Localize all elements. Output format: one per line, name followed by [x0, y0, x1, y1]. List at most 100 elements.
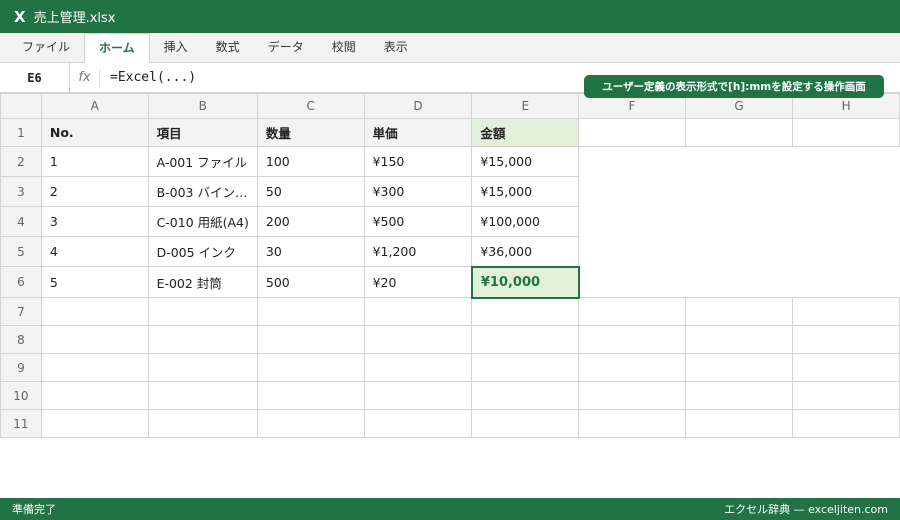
name-box[interactable]: E6: [0, 63, 70, 92]
cell[interactable]: 2: [40, 176, 149, 207]
tab-review[interactable]: 校閲: [318, 33, 370, 62]
column-header-b[interactable]: B: [147, 93, 258, 119]
cell[interactable]: [792, 297, 900, 326]
cell[interactable]: [471, 325, 580, 354]
cell[interactable]: ¥300: [363, 176, 473, 207]
column-header-a[interactable]: A: [40, 93, 149, 119]
cell[interactable]: [40, 325, 149, 354]
cell[interactable]: 200: [256, 206, 365, 237]
tab-formulas[interactable]: 数式: [202, 33, 254, 62]
site-credit: エクセル辞典 — exceljiten.com: [724, 503, 888, 516]
header-cell-amount[interactable]: 金額: [471, 118, 580, 147]
cell[interactable]: [578, 409, 686, 438]
tab-home[interactable]: ホーム: [84, 33, 150, 63]
cell[interactable]: [256, 353, 365, 382]
cell[interactable]: [256, 381, 365, 410]
row-header-3[interactable]: 3: [0, 176, 42, 207]
cell[interactable]: ¥36,000: [471, 236, 580, 267]
cell[interactable]: ¥15,000: [471, 176, 580, 207]
cell[interactable]: [684, 353, 794, 382]
cell[interactable]: [363, 381, 473, 410]
cell[interactable]: 30: [256, 236, 365, 267]
cell[interactable]: [147, 325, 258, 354]
row-header-5[interactable]: 5: [0, 236, 42, 267]
cell[interactable]: A-001 ファイル: [147, 146, 258, 177]
cell[interactable]: [40, 297, 149, 326]
cell[interactable]: [792, 409, 900, 438]
row-header-6[interactable]: 6: [0, 266, 42, 298]
cell[interactable]: 5: [40, 266, 149, 298]
row-header-1[interactable]: 1: [0, 118, 42, 147]
cell[interactable]: [684, 118, 794, 147]
header-cell-no[interactable]: No.: [40, 118, 149, 147]
cell[interactable]: [471, 297, 580, 326]
cell[interactable]: [40, 381, 149, 410]
select-all-corner[interactable]: [0, 93, 42, 119]
cell[interactable]: [578, 353, 686, 382]
cell[interactable]: [578, 381, 686, 410]
cell[interactable]: [471, 381, 580, 410]
header-cell-qty[interactable]: 数量: [256, 118, 365, 147]
cell[interactable]: ¥500: [363, 206, 473, 237]
cell[interactable]: [256, 409, 365, 438]
cell[interactable]: [471, 409, 580, 438]
cell[interactable]: [363, 325, 473, 354]
cell[interactable]: 50: [256, 176, 365, 207]
cell[interactable]: ¥15,000: [471, 146, 580, 177]
cell[interactable]: [256, 297, 365, 326]
cell[interactable]: 500: [256, 266, 365, 298]
header-cell-item[interactable]: 項目: [147, 118, 258, 147]
tab-file[interactable]: ファイル: [8, 33, 84, 62]
cell[interactable]: [363, 353, 473, 382]
cell[interactable]: [684, 381, 794, 410]
cell[interactable]: [147, 381, 258, 410]
row-header-2[interactable]: 2: [0, 146, 42, 177]
cell[interactable]: [578, 118, 686, 147]
cell[interactable]: [792, 381, 900, 410]
cell[interactable]: [147, 353, 258, 382]
cell[interactable]: [578, 297, 686, 326]
cell[interactable]: [684, 297, 794, 326]
row-header-10[interactable]: 10: [0, 381, 42, 410]
cell[interactable]: E-002 封筒: [147, 266, 258, 298]
column-header-c[interactable]: C: [256, 93, 365, 119]
cell[interactable]: [792, 325, 900, 354]
cell[interactable]: [40, 409, 149, 438]
cell[interactable]: [256, 325, 365, 354]
cell[interactable]: ¥1,200: [363, 236, 473, 267]
cell[interactable]: [147, 297, 258, 326]
cell[interactable]: [578, 325, 686, 354]
cell[interactable]: [40, 353, 149, 382]
cell[interactable]: C-010 用紙(A4): [147, 206, 258, 237]
column-header-d[interactable]: D: [363, 93, 473, 119]
header-cell-price[interactable]: 単価: [363, 118, 473, 147]
cell[interactable]: 4: [40, 236, 149, 267]
cell[interactable]: ¥100,000: [471, 206, 580, 237]
cell[interactable]: [792, 118, 900, 147]
cell[interactable]: ¥150: [363, 146, 473, 177]
cell[interactable]: [363, 409, 473, 438]
cell[interactable]: [684, 325, 794, 354]
row-header-7[interactable]: 7: [0, 297, 42, 326]
column-header-e[interactable]: E: [471, 93, 580, 119]
tab-view[interactable]: 表示: [370, 33, 422, 62]
cell[interactable]: [792, 353, 900, 382]
cell[interactable]: [147, 409, 258, 438]
cell[interactable]: [471, 353, 580, 382]
cell[interactable]: B-003 バイン…: [147, 176, 258, 207]
tab-insert[interactable]: 挿入: [150, 33, 202, 62]
cell[interactable]: 1: [40, 146, 149, 177]
formula-input[interactable]: =Excel(...): [100, 70, 196, 85]
cell[interactable]: 3: [40, 206, 149, 237]
cell[interactable]: ¥20: [363, 266, 473, 298]
cell[interactable]: D-005 インク: [147, 236, 258, 267]
row-header-9[interactable]: 9: [0, 353, 42, 382]
cell[interactable]: [684, 409, 794, 438]
tab-data[interactable]: データ: [254, 33, 318, 62]
row-header-11[interactable]: 11: [0, 409, 42, 438]
row-header-8[interactable]: 8: [0, 325, 42, 354]
active-cell[interactable]: ¥10,000: [470, 265, 580, 299]
cell[interactable]: [363, 297, 473, 326]
cell[interactable]: 100: [256, 146, 365, 177]
row-header-4[interactable]: 4: [0, 206, 42, 237]
